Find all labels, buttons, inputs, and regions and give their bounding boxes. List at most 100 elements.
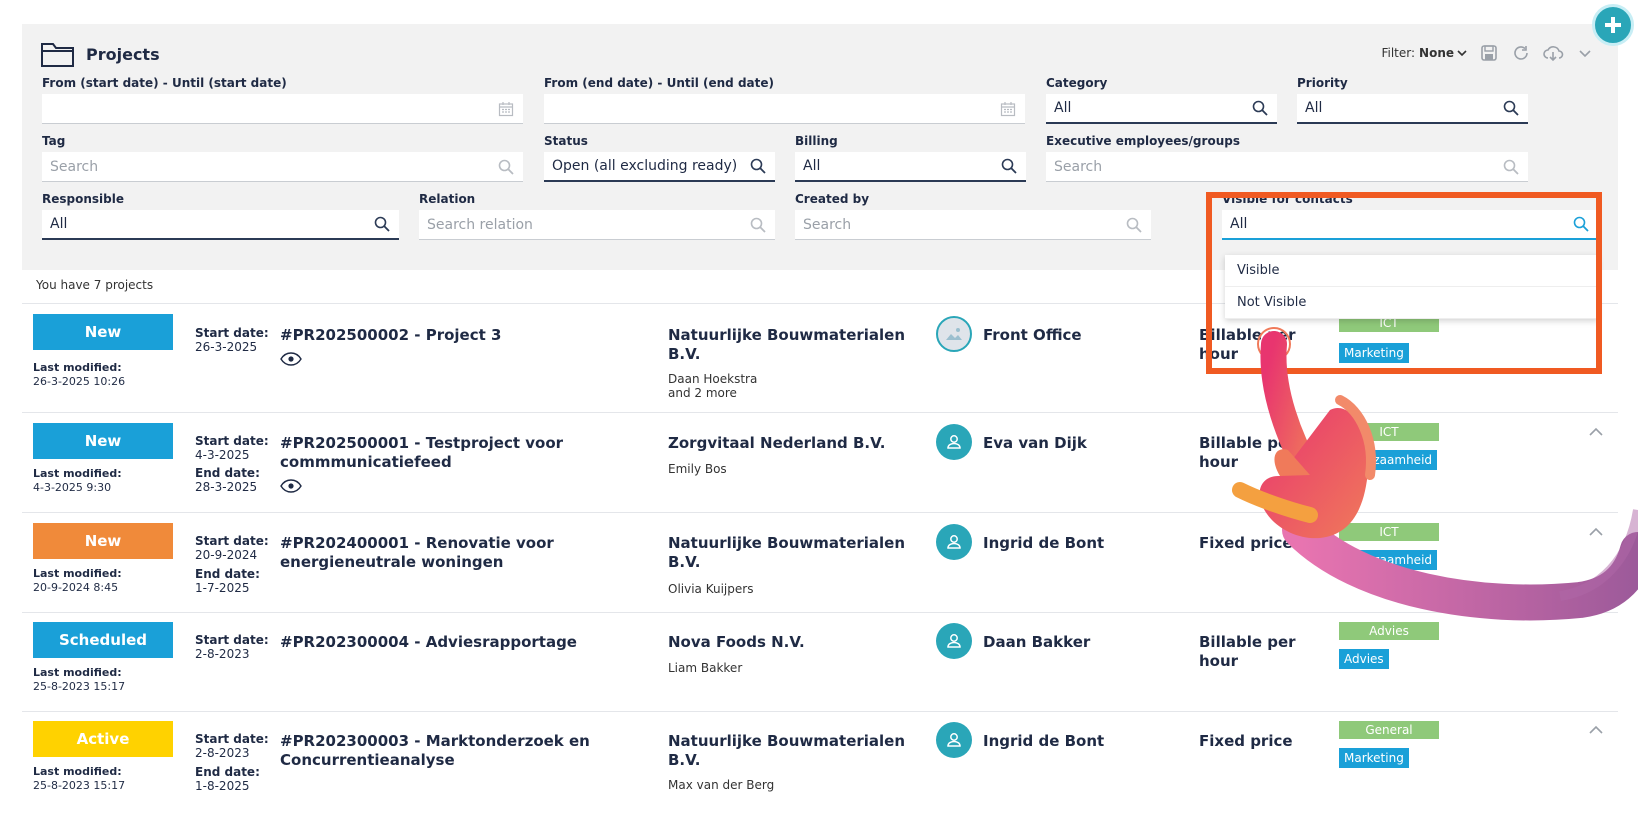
divider bbox=[22, 711, 1618, 712]
relation-name[interactable]: Natuurlijke Bouwmaterialen B.V. bbox=[668, 732, 908, 770]
folder-icon bbox=[41, 43, 74, 67]
refresh-button[interactable] bbox=[1510, 42, 1532, 64]
last-modified-value: 25-8-2023 15:17 bbox=[33, 680, 126, 693]
billing-type: Billable per hour bbox=[1199, 434, 1296, 471]
start-date-value: 26-3-2025 bbox=[195, 340, 258, 354]
relation-name[interactable]: Zorgvitaal Nederland B.V. bbox=[668, 434, 908, 453]
calendar-icon[interactable] bbox=[493, 96, 519, 122]
billing-field[interactable]: All bbox=[795, 152, 1026, 182]
relation-contact[interactable]: Emily Bos bbox=[668, 462, 727, 476]
last-modified-label: Last modified: bbox=[33, 361, 122, 374]
chevron-up-icon[interactable] bbox=[1589, 427, 1603, 437]
project-title[interactable]: #PR202500002 - Project 3 bbox=[280, 326, 620, 345]
executive-field[interactable]: Search bbox=[1046, 152, 1528, 182]
relation-name[interactable]: Nova Foods N.V. bbox=[668, 633, 908, 652]
end-date-label: End date: bbox=[195, 466, 260, 480]
start-date-label: Start date: bbox=[195, 434, 269, 448]
tag-field[interactable]: Search bbox=[42, 152, 523, 182]
eye-icon bbox=[280, 352, 302, 366]
avatar bbox=[936, 316, 972, 352]
search-icon[interactable] bbox=[493, 154, 519, 180]
chevron-up-icon[interactable] bbox=[1589, 725, 1603, 735]
start-date-field[interactable] bbox=[42, 94, 523, 124]
end-date-value: 1-8-2025 bbox=[195, 779, 250, 793]
start-date-label: From (start date) - Until (start date) bbox=[42, 76, 287, 90]
last-modified-label: Last modified: bbox=[33, 467, 122, 480]
search-icon[interactable] bbox=[745, 212, 771, 238]
project-title[interactable]: #PR202300003 - Marktonderzoek en Concurr… bbox=[280, 732, 620, 770]
responsible-name: Front Office bbox=[983, 326, 1082, 344]
end-date-value: 1-7-2025 bbox=[195, 581, 250, 595]
end-date-field[interactable] bbox=[544, 94, 1025, 124]
responsible-name: Daan Bakker bbox=[983, 633, 1091, 651]
status-badge: Active bbox=[33, 721, 173, 757]
category-tag: ICT bbox=[1339, 523, 1439, 541]
relation-contact[interactable]: Olivia Kuijpers bbox=[668, 582, 753, 596]
status-field[interactable]: Open (all excluding ready) bbox=[544, 152, 775, 182]
project-row[interactable]: Active Last modified: 25-8-2023 15:17 St… bbox=[22, 721, 1618, 809]
collapse-panel-button[interactable] bbox=[1574, 42, 1596, 64]
user-icon bbox=[947, 535, 961, 549]
search-icon[interactable] bbox=[1498, 95, 1524, 121]
search-icon[interactable] bbox=[745, 153, 771, 179]
search-icon[interactable] bbox=[1247, 95, 1273, 121]
billing-type: Billable per hour bbox=[1199, 633, 1296, 670]
status-badge: New bbox=[33, 314, 173, 350]
last-modified-value: 26-3-2025 10:26 bbox=[33, 375, 126, 388]
project-title[interactable]: #PR202500001 - Testproject voor commmuni… bbox=[280, 434, 620, 472]
project-title[interactable]: #PR202300004 - Adviesrapportage bbox=[280, 633, 620, 652]
search-icon[interactable] bbox=[369, 211, 395, 237]
relation-field[interactable]: Search relation bbox=[419, 210, 775, 240]
export-button[interactable] bbox=[1542, 42, 1564, 64]
relation-contact[interactable]: Max van der Berg bbox=[668, 778, 774, 792]
project-title[interactable]: #PR202400001 - Renovatie voor energieneu… bbox=[280, 534, 620, 572]
add-project-button[interactable] bbox=[1592, 4, 1634, 46]
category-field[interactable]: All bbox=[1046, 94, 1277, 124]
end-date-value: 28-3-2025 bbox=[195, 480, 258, 494]
responsible-label: Responsible bbox=[42, 192, 124, 206]
created-by-placeholder: Search bbox=[803, 216, 852, 233]
user-icon bbox=[947, 435, 961, 449]
priority-label: Priority bbox=[1297, 76, 1348, 90]
photo-placeholder-icon bbox=[946, 328, 962, 340]
category-tag: Advies bbox=[1339, 622, 1439, 640]
search-icon[interactable] bbox=[996, 153, 1022, 179]
cloud-download-icon bbox=[1543, 46, 1564, 62]
divider bbox=[22, 612, 1618, 613]
last-modified-label: Last modified: bbox=[33, 666, 122, 679]
status-badge: New bbox=[33, 423, 173, 459]
responsible-field[interactable]: All bbox=[42, 210, 399, 240]
project-count: You have 7 projects bbox=[36, 278, 154, 292]
priority-field[interactable]: All bbox=[1297, 94, 1528, 124]
project-row[interactable]: New Last modified: 4-3-2025 9:30 Start d… bbox=[22, 423, 1618, 511]
relation-contact[interactable]: Daan Hoekstra bbox=[668, 372, 757, 386]
search-icon[interactable] bbox=[1498, 154, 1524, 180]
search-icon[interactable] bbox=[1121, 212, 1147, 238]
responsible-value: All bbox=[50, 216, 68, 232]
page-title: Projects bbox=[86, 44, 160, 64]
tag-badge: Duurzaamheid bbox=[1339, 550, 1438, 570]
calendar-icon[interactable] bbox=[995, 96, 1021, 122]
billing-label: Billing bbox=[795, 134, 838, 148]
project-row[interactable]: Scheduled Last modified: 25-8-2023 15:17… bbox=[22, 622, 1618, 710]
chevron-up-icon[interactable] bbox=[1589, 527, 1603, 537]
relation-name[interactable]: Natuurlijke Bouwmaterialen B.V. bbox=[668, 326, 908, 364]
end-date-label: From (end date) - Until (end date) bbox=[544, 76, 774, 90]
end-date-label: End date: bbox=[195, 567, 260, 581]
relation-name[interactable]: Natuurlijke Bouwmaterialen B.V. bbox=[668, 534, 908, 572]
chevron-down-icon[interactable] bbox=[1456, 47, 1468, 59]
user-icon bbox=[947, 634, 961, 648]
filter-select[interactable]: None bbox=[1419, 46, 1454, 60]
billing-value: All bbox=[803, 158, 821, 174]
start-date-label: Start date: bbox=[195, 326, 269, 340]
save-filter-button[interactable] bbox=[1478, 42, 1500, 64]
relation-contact-more[interactable]: and 2 more bbox=[668, 386, 737, 400]
responsible-name: Ingrid de Bont bbox=[983, 732, 1105, 750]
status-badge: Scheduled bbox=[33, 622, 173, 658]
refresh-icon bbox=[1514, 46, 1528, 60]
project-row[interactable]: New Last modified: 20-9-2024 8:45 Start … bbox=[22, 523, 1618, 611]
panel-header: Projects bbox=[40, 40, 160, 68]
tag-placeholder: Search bbox=[50, 158, 99, 175]
relation-contact[interactable]: Liam Bakker bbox=[668, 661, 742, 675]
created-by-field[interactable]: Search bbox=[795, 210, 1151, 240]
